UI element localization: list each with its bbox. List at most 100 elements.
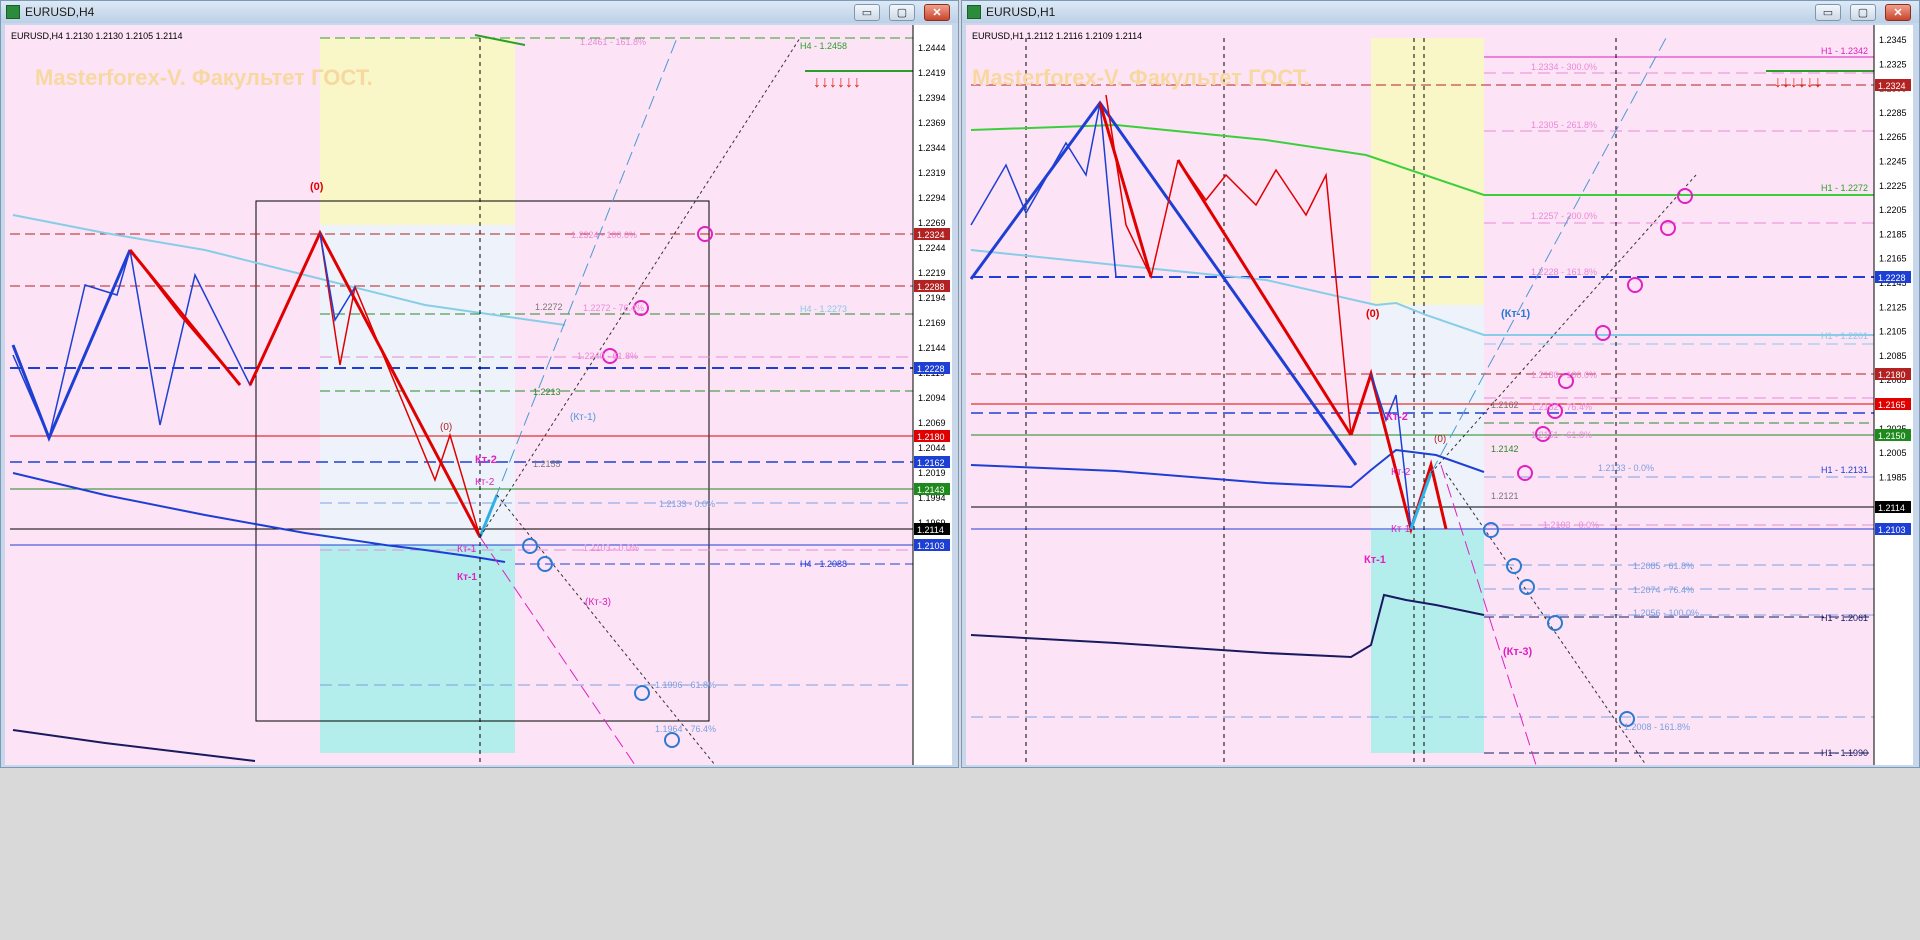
chart-annotation: Кт-1 bbox=[1364, 554, 1386, 566]
minimize-button[interactable]: ▭ bbox=[1815, 4, 1841, 21]
price-tick-label: 1.2245 bbox=[1879, 157, 1907, 167]
chart-annotation: H1 - 1.2342 bbox=[1821, 46, 1868, 56]
price-tick-label: 1.2294 bbox=[918, 193, 946, 203]
price-tag-label: 1.2180 bbox=[1878, 370, 1906, 380]
chart-annotation: 1.1996 - 61.8% bbox=[655, 680, 716, 690]
target-circle bbox=[522, 538, 538, 554]
chart-annotation: 1.2461 - 161.8% bbox=[580, 37, 646, 47]
chart-annotation: 1.2155 bbox=[533, 459, 561, 469]
chart-annotation: Кт-2 bbox=[1391, 467, 1411, 478]
chart-annotation: 1.2162 - 76.4% bbox=[1531, 402, 1592, 412]
price-tick-label: 1.2285 bbox=[1879, 108, 1907, 118]
chart-annotation: 1.2103 - 0.0% bbox=[1543, 520, 1599, 530]
chart-annotation: 1.2056 - 100.0% bbox=[1633, 608, 1699, 618]
chart-annotation: 1.2180 - 100.0% bbox=[1531, 370, 1597, 380]
price-tag-label: 1.2324 bbox=[1878, 81, 1906, 91]
price-ticks: 1.2444 1.2419 1.2394 1.2369 1.2344 1.2319 1.22… bbox=[918, 43, 946, 553]
chart-annotation: 1.2228 - 161.8% bbox=[1531, 267, 1597, 277]
chart-annotation: 1.2103 - 0.0% bbox=[583, 543, 639, 553]
price-tag-label: 1.2324 bbox=[917, 230, 945, 240]
chart-area[interactable]: ↓↓↓↓↓↓ EURUSD,H1 1.2112 1.2116 1.2109 1.… bbox=[966, 25, 1913, 765]
price-tick-label: 1.2219 bbox=[918, 268, 946, 278]
price-tag-label: 1.2150 bbox=[1878, 431, 1906, 441]
target-circle bbox=[1519, 579, 1535, 595]
chart-annotation: Кт-1 bbox=[457, 544, 477, 555]
price-tick-label: 1.1985 bbox=[1879, 472, 1907, 482]
price-tag-label: 1.2114 bbox=[917, 525, 944, 535]
price-tick-label: 1.2269 bbox=[918, 218, 946, 228]
chart-annotation: 1.2240 - 61.8% bbox=[577, 351, 638, 361]
price-tick-label: 1.2344 bbox=[918, 143, 946, 153]
zone-cyan bbox=[1371, 530, 1484, 753]
price-tick-label: 1.2194 bbox=[918, 293, 946, 303]
chart-annotation: Кт-1 bbox=[1391, 524, 1411, 535]
chart-annotation: 1.2074 - 76.4% bbox=[1633, 585, 1694, 595]
price-tag-label: 1.2228 bbox=[917, 364, 945, 374]
maximize-button[interactable]: ▢ bbox=[889, 4, 915, 21]
price-tag-label: 1.2165 bbox=[1878, 400, 1906, 410]
price-tick-label: 1.2005 bbox=[1879, 448, 1907, 458]
wave-line bbox=[969, 100, 1358, 466]
wave-line bbox=[1176, 159, 1353, 436]
price-tag-label: 1.2103 bbox=[1878, 525, 1906, 535]
title-bar[interactable]: EURUSD,H1 ▭ ▢ ✕ bbox=[962, 1, 1919, 23]
price-tag-label: 1.2103 bbox=[917, 541, 945, 551]
price-tick-label: 1.2105 bbox=[1879, 327, 1907, 337]
chart-header: EURUSD,H1 1.2112 1.2116 1.2109 1.2114 bbox=[972, 31, 1142, 41]
price-tick-label: 1.2205 bbox=[1879, 205, 1907, 215]
price-tick-label: 1.2319 bbox=[918, 168, 946, 178]
chart-annotation: H1 - 1.2201 bbox=[1821, 331, 1868, 341]
chart-annotation: 1.2121 bbox=[1491, 491, 1519, 501]
price-tick-label: 1.2019 bbox=[918, 468, 946, 478]
chart-annotation: (Кт-3) bbox=[1503, 646, 1533, 658]
maximize-button[interactable]: ▢ bbox=[1850, 4, 1876, 21]
minimize-button[interactable]: ▭ bbox=[854, 4, 880, 21]
svg-text:↓↓↓↓↓↓: ↓↓↓↓↓↓ bbox=[813, 74, 861, 91]
close-button[interactable]: ✕ bbox=[924, 4, 950, 21]
target-circle bbox=[634, 685, 650, 701]
chart-annotation: H1 - 1.2061 bbox=[1821, 613, 1868, 623]
down-arrows-icon: ↓↓↓↓↓↓ bbox=[813, 74, 861, 91]
price-tag-label: 1.2114 bbox=[1878, 503, 1905, 513]
close-button[interactable]: ✕ bbox=[1885, 4, 1911, 21]
chart-annotation: (0) bbox=[1366, 308, 1380, 320]
title-bar[interactable]: EURUSD,H4 ▭ ▢ ✕ bbox=[1, 1, 958, 23]
price-tick-label: 1.2444 bbox=[918, 43, 946, 53]
chart-area[interactable]: ↓↓↓↓↓↓ EURUSD,H4 1.2130 1.2130 1.2105 1.… bbox=[5, 25, 952, 765]
price-tag-label: 1.2162 bbox=[917, 458, 945, 468]
chart-annotation: 1.1964 - 76.4% bbox=[655, 724, 716, 734]
target-circle bbox=[1547, 615, 1563, 631]
price-tick-label: 1.2225 bbox=[1879, 181, 1907, 191]
chart-annotation: 1.2162 bbox=[1491, 400, 1519, 410]
chart-annotation: H4 - 1.2088 bbox=[800, 559, 847, 569]
chart-annotation: Кт-2 bbox=[1386, 411, 1408, 423]
chart-annotation: 1.2334 - 300.0% bbox=[1531, 62, 1597, 72]
chart-window-h1[interactable]: EURUSD,H1 ▭ ▢ ✕ ↓↓↓↓↓↓ EURUSD,H1 1.2112 … bbox=[961, 0, 1920, 768]
chart-window-h4[interactable]: EURUSD,H4 ▭ ▢ ✕ ↓↓↓↓↓↓ EURUSD,H4 1.2130 … bbox=[0, 0, 959, 768]
chart-annotation: 1.2008 - 161.8% bbox=[1624, 722, 1690, 732]
svg-text:↓↓↓↓↓↓: ↓↓↓↓↓↓ bbox=[1774, 74, 1822, 91]
chart-annotation: (0) bbox=[1434, 434, 1446, 445]
target-circle bbox=[1517, 465, 1533, 481]
chart-annotation: 1.2213 bbox=[533, 387, 561, 397]
chart-annotation: 1.2133 - 0.0% bbox=[659, 499, 715, 509]
price-tag-label: 1.2228 bbox=[1878, 273, 1906, 283]
zone-cyan bbox=[320, 545, 515, 753]
chart-annotation: (0) bbox=[440, 422, 452, 433]
chart-annotation: 1.2151 - 61.8% bbox=[1531, 430, 1592, 440]
chart-annotation: H4 - 1.2273 bbox=[800, 304, 847, 314]
chart-annotation: 1.2272 bbox=[535, 302, 563, 312]
price-tag-label: 1.2143 bbox=[917, 485, 945, 495]
chart-annotation: (0) bbox=[310, 181, 324, 193]
target-circle bbox=[664, 732, 680, 748]
chart-annotation: 1.2142 bbox=[1491, 444, 1519, 454]
zone-yellow bbox=[1371, 38, 1484, 305]
chart-annotation: H1 - 1.2131 bbox=[1821, 465, 1868, 475]
price-tick-label: 1.2069 bbox=[918, 418, 946, 428]
price-tick-label: 1.2394 bbox=[918, 93, 946, 103]
ma-line bbox=[12, 729, 256, 762]
price-tag-label: 1.2288 bbox=[917, 282, 945, 292]
watermark: Masterforex-V. Факультет ГОСТ. bbox=[972, 65, 1310, 90]
target-circle bbox=[1506, 558, 1522, 574]
chart-annotation: 1.2133 - 0.0% bbox=[1598, 463, 1654, 473]
